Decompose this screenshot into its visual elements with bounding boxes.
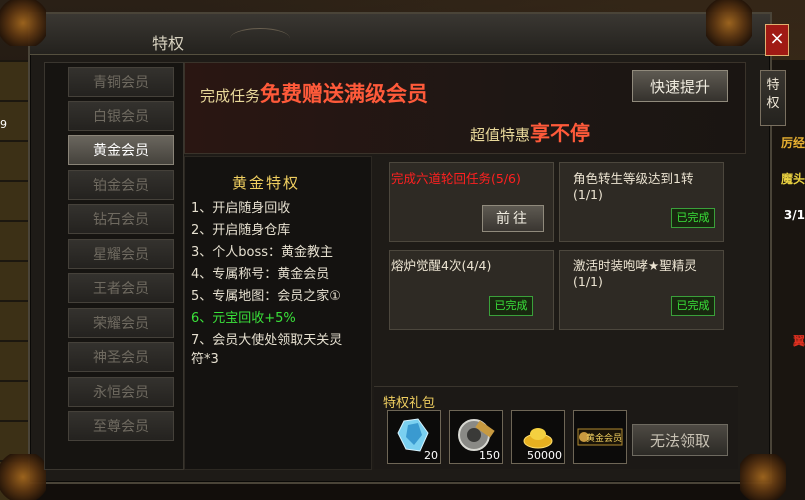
privilege-item: 4、专属称号：黄金会员 <box>191 267 330 282</box>
dragon-ornament-icon <box>0 0 46 46</box>
banner-line-1-prefix: 完成任务 <box>200 87 261 105</box>
side-tab-label: 特权 <box>766 78 780 111</box>
completed-badge: 已完成 <box>489 296 533 316</box>
banner-line-2: 超值特惠享不停 <box>470 117 590 146</box>
dragon-ornament-icon <box>740 454 786 500</box>
gift-item[interactable]: 50000 <box>511 410 565 464</box>
banner-line-1-highlight: 免费赠送满级会员 <box>260 82 429 106</box>
nav-item-star[interactable]: 星耀会员 <box>68 239 174 269</box>
gift-pack-title: 特权礼包 <box>383 396 436 411</box>
gift-count: 20 <box>424 449 438 462</box>
nav-item-eternal[interactable]: 永恒会员 <box>68 377 174 407</box>
background-label: 3/1 <box>783 208 805 222</box>
gift-count: 50000 <box>527 449 562 462</box>
background-label: 翼 <box>792 334 805 348</box>
banner-line-2-highlight: 享不停 <box>530 121 591 145</box>
gold-member-title-icon: 黄金会员 <box>577 428 623 446</box>
gift-item[interactable]: 150 <box>449 410 503 464</box>
side-tab-privilege[interactable]: 特权 <box>760 70 786 126</box>
task-text: 激活时装咆哮★聖精灵(1/1) <box>573 258 697 289</box>
privilege-item: 7、会员大使处领取天关灵 <box>191 333 343 348</box>
go-button[interactable]: 前往 <box>482 205 544 232</box>
privilege-title: 黄金特权 <box>232 174 301 192</box>
privilege-item: 6、元宝回收+5% <box>191 311 296 326</box>
title-bar <box>30 14 770 55</box>
gift-count: 150 <box>479 449 500 462</box>
privilege-item: 5、专属地图：会员之家① <box>191 289 341 304</box>
nav-item-diamond[interactable]: 钻石会员 <box>68 204 174 234</box>
close-button[interactable]: × <box>765 24 789 56</box>
dragon-ornament-icon <box>706 0 752 46</box>
nav-item-supreme[interactable]: 至尊会员 <box>68 411 174 441</box>
nav-item-glory[interactable]: 荣耀会员 <box>68 308 174 338</box>
privilege-item: 2、开启随身仓库 <box>191 223 291 238</box>
banner-line-2-prefix: 超值特惠 <box>470 126 531 144</box>
nav-item-bronze[interactable]: 青铜会员 <box>68 67 174 97</box>
completed-badge: 已完成 <box>671 208 715 228</box>
privilege-item: 1、开启随身回收 <box>191 201 291 216</box>
task-text: 完成六道轮回任务(5/6) <box>391 171 521 186</box>
gift-item[interactable]: 20 <box>387 410 441 464</box>
claim-button[interactable]: 无法领取 <box>632 424 728 456</box>
privilege-item: 符*3 <box>191 352 219 367</box>
task-text: 熔炉觉醒4次(4/4) <box>391 258 492 273</box>
quick-upgrade-button[interactable]: 快速提升 <box>632 70 728 102</box>
window-title: 特权 <box>152 34 185 53</box>
nav-item-silver[interactable]: 白银会员 <box>68 101 174 131</box>
title-ornament <box>230 28 290 49</box>
banner-line-1: 完成任务免费赠送满级会员 <box>200 78 428 108</box>
nav-item-platinum[interactable]: 铂金会员 <box>68 170 174 200</box>
background-number: 9 <box>0 118 7 131</box>
nav-item-gold[interactable]: 黄金会员 <box>68 135 174 165</box>
dragon-ornament-icon <box>0 454 46 500</box>
gift-title-label: 黄金会员 <box>586 432 622 444</box>
task-text: 角色转生等级达到1转(1/1) <box>573 171 694 202</box>
gift-item[interactable]: 黄金会员 <box>573 410 627 464</box>
background-label: 厉经 <box>780 136 805 150</box>
nav-item-holy[interactable]: 神圣会员 <box>68 342 174 372</box>
nav-item-king[interactable]: 王者会员 <box>68 273 174 303</box>
completed-badge: 已完成 <box>671 296 715 316</box>
background-label: 魔头 <box>780 172 805 186</box>
privilege-item: 3、个人boss：黄金教主 <box>191 245 334 260</box>
